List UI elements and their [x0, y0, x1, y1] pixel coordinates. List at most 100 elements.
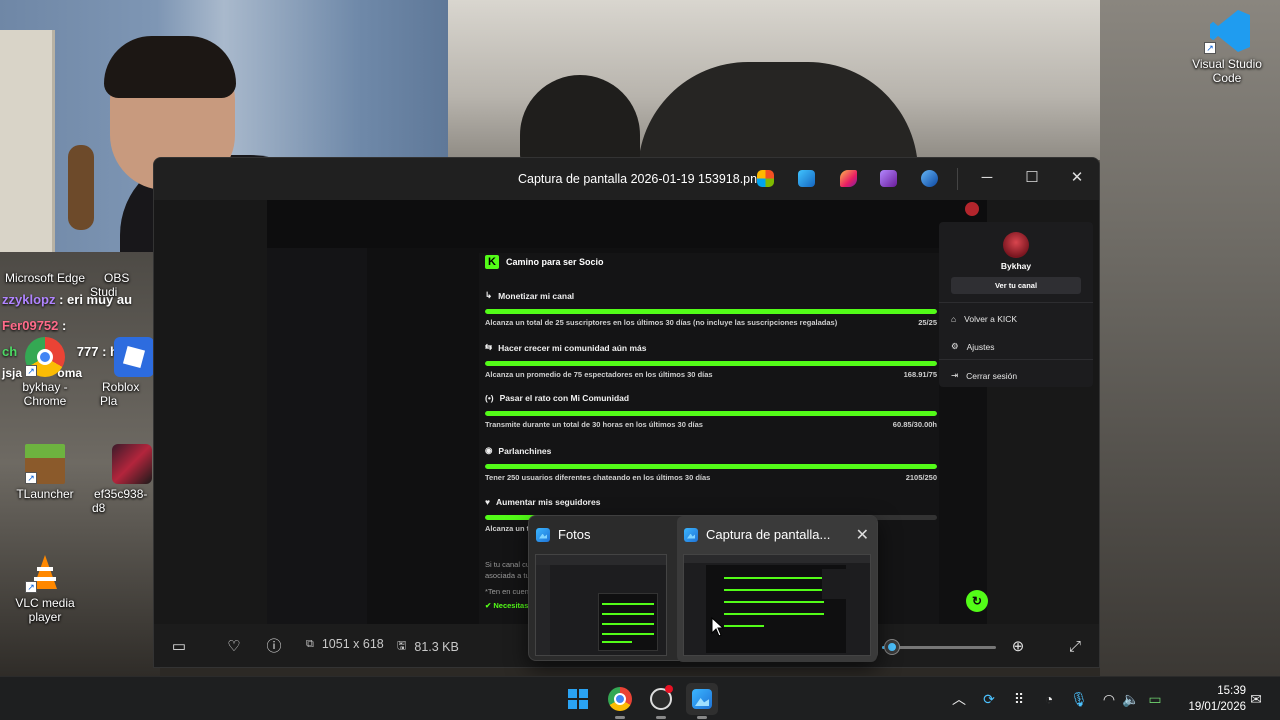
vscode-icon: ↗ [1204, 6, 1250, 54]
goal-title: Aumentar mis seguidores [496, 497, 601, 507]
taskbar-photos[interactable] [686, 683, 718, 719]
shortcut-arrow-icon: ↗ [25, 365, 37, 377]
desktop-icon-chrome[interactable]: ↗ bykhay - Chrome [0, 337, 90, 408]
goal-progress-bar [485, 411, 937, 416]
shortcut-arrow-icon: ↗ [1204, 42, 1216, 54]
goal-title: Hacer crecer mi comunidad aún más [498, 342, 647, 353]
tray-overflow-chevron-icon[interactable]: ︿ [949, 689, 969, 709]
preview-thumbnail [683, 554, 871, 656]
clock-time: 15:39 [1217, 685, 1246, 697]
photos-editor-icon[interactable] [798, 170, 815, 187]
desktop-icon-label: VLC media player [15, 596, 75, 624]
shortcut-arrow-icon: ↗ [25, 581, 37, 593]
goal-item: ⇆ Hacer crecer mi comunidad aún más Alcan… [485, 342, 937, 379]
minimize-button[interactable]: ─ [972, 167, 1002, 191]
zoom-in-icon[interactable]: ⊕ [1007, 636, 1029, 658]
desktop-icon-obs[interactable]: OBS Studi [90, 248, 160, 299]
close-button[interactable]: ✕ [1062, 167, 1092, 191]
taskbar-preview-popup: Fotos Captura de pantalla... ✕ [528, 515, 878, 662]
designer-icon[interactable] [840, 170, 857, 187]
chat-user: Fer09752 [2, 318, 59, 333]
kick-user-menu: Bykhay Ver tu canal ⌂ Volver a KICK ⚙ Ajus… [939, 222, 1093, 387]
shortcut-arrow-icon: ↗ [25, 472, 37, 484]
goal-item: ◉ Parlanchines Tener 250 usuarios diferen… [485, 445, 937, 482]
goal-title: Monetizar mi canal [498, 290, 575, 301]
clock-date: 19/01/2026 [1188, 701, 1246, 713]
preview-card-captura[interactable]: Captura de pantalla... ✕ [677, 516, 877, 662]
desktop-icon-tlauncher[interactable]: ↗ TLauncher [0, 444, 90, 501]
goal-value: 25/25 [918, 318, 937, 327]
start-button[interactable] [562, 683, 594, 715]
desktop-icon-label: bykhay - Chrome [22, 380, 68, 408]
obs-tray-icon[interactable]: ◔ [1039, 689, 1059, 709]
onedrive-icon[interactable] [921, 170, 938, 187]
info-icon[interactable]: ⓘ [263, 636, 285, 658]
battery-icon[interactable]: ▭ [1145, 689, 1165, 709]
logout-icon: ⇥ [951, 370, 959, 380]
chat-line: Fer09752 : [2, 318, 66, 333]
preview-close-button[interactable]: ✕ [856, 525, 869, 545]
clipchamp-icon[interactable] [880, 170, 897, 187]
background-wall-right [1100, 0, 1280, 676]
zoom-slider-thumb[interactable] [885, 640, 899, 654]
goal-desc: Tener 250 usuarios diferentes chateando … [485, 473, 711, 482]
filmstrip-icon[interactable]: ▭ [168, 636, 190, 658]
volume-icon[interactable]: 🔈 [1121, 689, 1141, 709]
goal-icon: (•) [485, 393, 494, 403]
goal-item: (•) Pasar el rato con Mi Comunidad Transm… [485, 393, 937, 429]
goal-title: Parlanchines [498, 445, 552, 456]
image-dimensions: ⧉ 1051 x 618 [306, 637, 384, 651]
goal-value: 168.91/75 [903, 370, 937, 379]
apps-grid-icon[interactable]: ⠿ [1009, 689, 1029, 709]
preview-card-fotos[interactable]: Fotos [529, 516, 675, 662]
mouse-cursor-icon [711, 617, 725, 637]
taskbar-chrome[interactable] [604, 683, 636, 719]
roblox-icon [114, 337, 154, 377]
view-channel-button: Ver tu canal [951, 277, 1081, 294]
preview-title: Captura de pantalla... [706, 527, 831, 542]
avatar [1003, 232, 1029, 258]
image-filesize: 🖫 81.3 KB [397, 637, 459, 656]
desktop-icon-roblox[interactable]: Roblox Pla [100, 337, 160, 408]
maximize-button[interactable]: ☐ [1017, 167, 1047, 191]
chrome-icon [608, 687, 632, 711]
dimensions-icon: ⧉ [306, 637, 314, 650]
wifi-icon[interactable]: ◠ [1099, 689, 1119, 709]
desktop-icon-vlc[interactable]: ↗ VLC media player [0, 553, 90, 624]
goal-item: ↳ Monetizar mi canal Alcanza un total de … [485, 290, 937, 327]
zoom-slider[interactable] [882, 646, 996, 649]
menu-username: Bykhay [1000, 261, 1032, 271]
home-icon: ⌂ [951, 314, 957, 324]
taskbar-obs[interactable] [645, 683, 677, 719]
preview-title: Fotos [558, 527, 591, 542]
notification-icon[interactable]: ✉ [1246, 689, 1266, 709]
desktop-icon-image-file[interactable]: ef35c938-d8 [92, 444, 160, 515]
kick-logo-icon: K [485, 255, 499, 269]
disk-icon: 🖫 [397, 640, 407, 652]
goal-value: 60.85/30.00h [892, 420, 937, 429]
desktop-icon-edge[interactable]: Microsoft Edge [0, 248, 90, 285]
favorite-heart-icon[interactable]: ♡ [223, 636, 245, 658]
goal-desc: Alcanza un promedio de 75 espectadores e… [485, 370, 713, 379]
taskbar: ︿ ⟳ ⠿ ◔ 🎙 ◠ 🔈 ▭ 15:39 19/01/2026 ✉ [0, 676, 1280, 720]
desktop-icon-label: Visual Studio Code [1192, 57, 1262, 85]
fullscreen-icon[interactable]: ⤢ [1064, 636, 1086, 658]
goal-desc: Alcanza un total de 25 suscriptores en l… [485, 318, 838, 327]
vlc-icon: ↗ [25, 553, 65, 593]
goal-title: Pasar el rato con Mi Comunidad [499, 393, 630, 403]
window-titlebar[interactable]: Captura de pantalla 2026-01-19 153918.pn… [154, 158, 1099, 200]
microphone-icon[interactable]: 🎙 [1069, 689, 1089, 709]
goal-icon: ◉ [485, 445, 493, 455]
window-title: Captura de pantalla 2026-01-19 153918.pn… [518, 172, 765, 186]
minecraft-icon: ↗ [25, 444, 65, 484]
desktop-icon-label: Roblox Pla [100, 380, 140, 408]
copilot-icon[interactable] [757, 170, 774, 187]
sync-icon[interactable]: ⟳ [979, 689, 999, 709]
menu-item-logout: ⇥ Cerrar sesión [951, 370, 1018, 381]
chat-text: : [62, 318, 67, 333]
photos-app-icon [536, 527, 550, 542]
avatar [965, 202, 979, 216]
goal-icon: ↳ [485, 290, 493, 300]
taskbar-clock[interactable]: 15:39 19/01/2026 [1176, 683, 1246, 715]
desktop-icon-vscode[interactable]: ↗ Visual Studio Code [1182, 6, 1272, 85]
